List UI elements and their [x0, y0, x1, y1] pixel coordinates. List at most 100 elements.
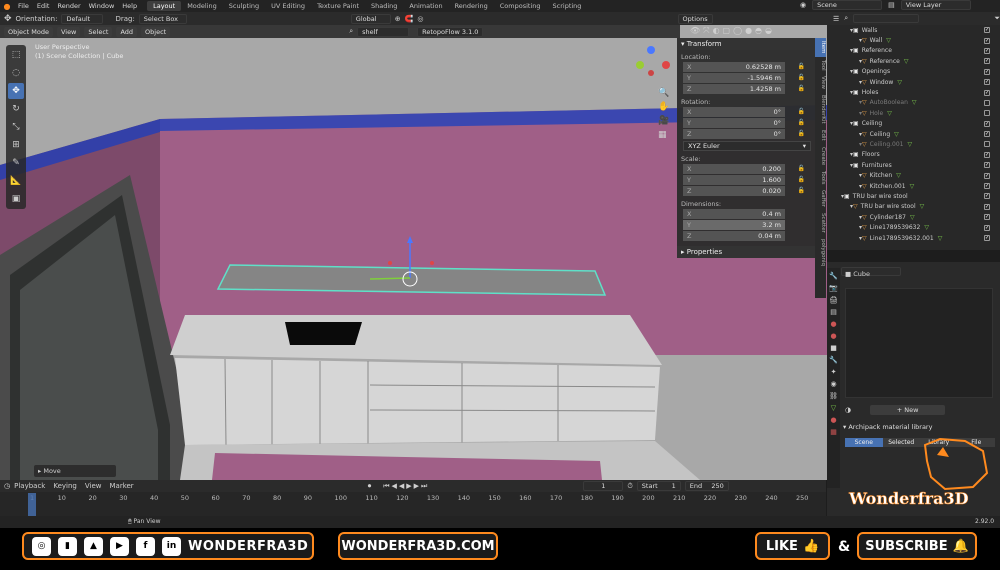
filter-icon[interactable]: ⌕ — [844, 14, 848, 23]
scene-icon[interactable]: ◉ — [800, 1, 806, 9]
solid-shading-icon[interactable]: ● — [745, 26, 752, 36]
sidebar-tab-item[interactable]: Item — [815, 38, 826, 57]
gizmo-icon[interactable]: ⤧ — [703, 26, 709, 36]
scale-tool-icon[interactable]: ⤡ — [8, 119, 24, 135]
timeline-menu-marker[interactable]: Marker — [109, 482, 133, 490]
lock-icon[interactable]: 🔓 — [798, 176, 805, 183]
outliner-row[interactable]: ▾ ▽ TRU bar wire stool ▽ ✓ — [827, 202, 1000, 212]
material-props-icon[interactable]: ● — [830, 416, 836, 424]
search-input[interactable]: shelf — [357, 26, 410, 37]
annotate-tool-icon[interactable]: ✎ — [8, 155, 24, 171]
sidebar-tab-scatter[interactable]: Scatter — [815, 210, 826, 236]
outliner-row[interactable]: ▾ ▽ AutoBoolean ▽ — [827, 98, 1000, 108]
workspace-tab-modeling[interactable]: Modeling — [181, 1, 223, 11]
dimensions-x-field[interactable]: X 0.4 m — [683, 209, 785, 219]
overlay-icon[interactable]: ◐ — [713, 26, 720, 36]
pan-hand-icon[interactable]: ✋ — [658, 102, 669, 112]
render-props-icon[interactable]: 📷 — [829, 284, 838, 292]
physics-props-icon[interactable]: ◉ — [830, 380, 836, 388]
mode-dropdown[interactable]: Object Mode — [4, 26, 53, 37]
playback-controls[interactable]: ⏮◀◀▶▶⏭ — [383, 482, 429, 491]
constraints-props-icon[interactable]: ⛓ — [829, 392, 838, 400]
view-layer-props-icon[interactable]: ▤ — [830, 308, 837, 316]
website-pill[interactable]: WONDERFRA3D.COM — [338, 532, 498, 560]
camera-icon[interactable]: 🎥 — [658, 116, 669, 126]
outliner-row[interactable]: ▾ ▽ Cylinder187 ▽ ✓ — [827, 212, 1000, 222]
subscribe-button[interactable]: SUBSCRIBE 🔔 — [857, 532, 977, 560]
sidebar-tab-blenderkit[interactable]: BlenderKit — [815, 92, 826, 127]
visibility-icon[interactable]: 👁 — [690, 26, 700, 36]
visibility-checkbox[interactable]: ✓ — [984, 37, 990, 44]
visibility-checkbox[interactable]: ✓ — [984, 79, 990, 86]
location-z-field[interactable]: Z 1.4258 m — [683, 84, 785, 94]
outliner-row[interactable]: ▾ ▽ Hole ▽ — [827, 108, 1000, 118]
visibility-checkbox[interactable]: ✓ — [984, 172, 990, 179]
snap-icon[interactable]: 🧲 — [405, 15, 414, 23]
visibility-checkbox[interactable]: ✓ — [984, 47, 990, 54]
visibility-checkbox[interactable]: ✓ — [984, 131, 990, 138]
rotation-x-field[interactable]: X 0° — [683, 107, 785, 117]
dimensions-y-field[interactable]: Y 3.2 m — [683, 220, 785, 230]
display-mode-icon[interactable]: ☰ — [833, 15, 839, 23]
facebook-icon[interactable]: f — [136, 536, 155, 556]
outliner-row[interactable]: ▾ ▣ TRU bar wire stool ✓ — [827, 191, 1000, 201]
visibility-checkbox[interactable]: ✓ — [984, 183, 990, 190]
visibility-checkbox[interactable]: ✓ — [984, 214, 990, 221]
visibility-checkbox[interactable]: ✓ — [984, 58, 990, 65]
sidebar-tab-polygoniq[interactable]: polygoniq — [815, 236, 826, 269]
blender-logo-icon[interactable]: ● — [0, 2, 14, 11]
scale-x-field[interactable]: X 0.200 — [683, 164, 785, 174]
visibility-checkbox[interactable]: ✓ — [984, 162, 990, 169]
workspace-tab-layout[interactable]: Layout — [147, 1, 182, 11]
timeline-menu-view[interactable]: View — [85, 482, 102, 490]
visibility-checkbox[interactable]: ✓ — [984, 68, 990, 75]
lock-icon[interactable]: 🔓 — [798, 74, 805, 81]
outliner-row[interactable]: ▾ ▣ Floors ✓ — [827, 150, 1000, 160]
outliner-row[interactable]: ▾ ▽ Kitchen ▽ ✓ — [827, 170, 1000, 180]
visibility-checkbox[interactable]: ✓ — [984, 89, 990, 96]
new-material-button[interactable]: + New — [870, 405, 946, 415]
zoom-icon[interactable]: 🔍 — [658, 88, 669, 98]
archipack-library-header[interactable]: ▾ Archipack material library — [843, 423, 932, 431]
workspace-tab-texture-paint[interactable]: Texture Paint — [311, 1, 365, 11]
workspace-tab-compositing[interactable]: Compositing — [494, 1, 547, 11]
proportional-edit-icon[interactable]: ◎ — [417, 15, 423, 23]
visibility-checkbox[interactable]: ✓ — [984, 224, 990, 231]
outliner-row[interactable]: ▾ ▽ Wall ▽ ✓ — [827, 35, 1000, 45]
outliner-row[interactable]: ▾ ▽ Reference ▽ ✓ — [827, 56, 1000, 66]
menu-render[interactable]: Render — [53, 2, 84, 10]
lock-icon[interactable]: 🔓 — [798, 85, 805, 92]
playhead[interactable] — [28, 493, 36, 517]
sidebar-tab-create[interactable]: Create — [815, 144, 826, 168]
visibility-checkbox[interactable]: ✓ — [984, 193, 990, 200]
timeline-ruler[interactable]: 1102030405060708090100110120130140150160… — [20, 494, 820, 504]
menu-add[interactable]: Add — [116, 26, 138, 37]
outliner-row[interactable]: ▾ ▣ Furnitures ✓ — [827, 160, 1000, 170]
tool-props-icon[interactable]: 🔧 — [829, 272, 838, 280]
outliner-row[interactable]: ▾ ▣ Reference ✓ — [827, 46, 1000, 56]
outliner-row[interactable]: ▾ ▣ Holes ✓ — [827, 87, 1000, 97]
workspace-tab-sculpting[interactable]: Sculpting — [223, 1, 265, 11]
dimensions-z-field[interactable]: Z 0.04 m — [683, 231, 785, 241]
rotate-tool-icon[interactable]: ↻ — [8, 101, 24, 117]
options-dropdown[interactable]: Options — [677, 13, 713, 24]
output-props-icon[interactable]: 🖨 — [829, 296, 838, 304]
texture-props-icon[interactable]: ▦ — [830, 428, 837, 436]
last-operator-panel[interactable]: ▸ Move — [34, 465, 116, 477]
scene-props-icon[interactable]: ● — [830, 320, 836, 328]
rendered-shading-icon[interactable]: ◒ — [765, 26, 772, 36]
transform-panel-header[interactable]: ▾ Transform — [677, 38, 815, 50]
object-props-icon[interactable]: ■ — [830, 344, 837, 352]
twitch-icon[interactable]: ▮ — [58, 536, 77, 556]
menu-edit[interactable]: Edit — [33, 2, 54, 10]
sidebar-tab-view[interactable]: View — [815, 73, 826, 92]
visibility-checkbox[interactable]: ✓ — [984, 27, 990, 34]
outliner-row[interactable]: ▾ ▣ Ceiling ✓ — [827, 119, 1000, 129]
material-sphere-icon[interactable]: ◑ — [845, 406, 851, 414]
sidebar-tab-tools[interactable]: Tools — [815, 168, 826, 188]
data-props-icon[interactable]: ▽ — [831, 404, 836, 412]
select-tool-icon[interactable]: ⬚ — [8, 47, 24, 63]
timeline-editor-icon[interactable]: ◷ — [4, 482, 10, 490]
move-tool-icon[interactable]: ✥ — [8, 83, 24, 99]
outliner-row[interactable]: ▾ ▽ Line1789539632 ▽ ✓ — [827, 222, 1000, 232]
